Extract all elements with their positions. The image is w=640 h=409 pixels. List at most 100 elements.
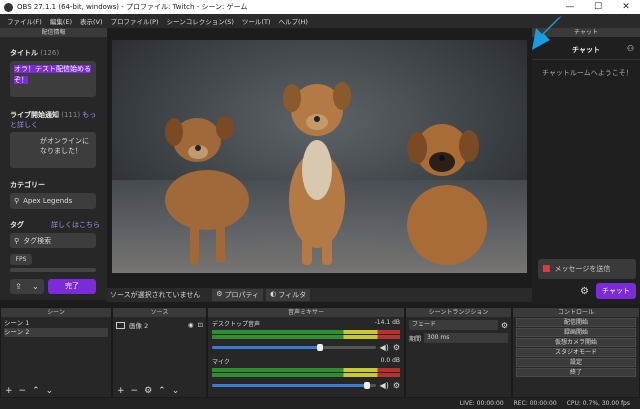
stream-info-dock: 配信情報 タイトル (126) オラ！テスト配信始めるぞ！ ライブ開始通知 (1… [0, 28, 107, 300]
live-status: LIVE: 00:00:00 [459, 400, 504, 407]
camera-icon: ■ [542, 264, 551, 274]
chevron-down-icon: ⌄ [32, 282, 39, 291]
category-value: Apex Legends [23, 197, 73, 205]
chat-send-button[interactable]: チャット [596, 283, 636, 299]
tag-list-scroll[interactable] [10, 268, 96, 272]
tag-chip[interactable]: FPS [10, 254, 32, 265]
gear-icon[interactable]: ⚙ [501, 321, 508, 330]
mixer-channel-db: -14.1 dB [374, 319, 400, 326]
notify-input[interactable]: がオンラインになりました！ [10, 132, 96, 168]
tag-search-placeholder: タグ検索 [23, 236, 52, 245]
controls-title: コントロール [513, 308, 639, 317]
mixer-channel-db: 0.0 dB [380, 357, 400, 364]
source-item[interactable]: 画像 2 [129, 320, 148, 330]
settings-button[interactable]: 設定 [516, 358, 636, 367]
cpu-status: CPU: 0.7%, 30.00 fps [566, 400, 630, 407]
studio-mode-button[interactable]: スタジオモード [516, 348, 636, 357]
volume-meter [212, 368, 400, 372]
exit-button[interactable]: 終了 [516, 368, 636, 377]
tag-search-field[interactable]: ⚲ タグ検索 [10, 233, 96, 248]
category-field[interactable]: ⚲ Apex Legends [10, 193, 96, 209]
move-up-icon[interactable]: ⌃ [158, 386, 166, 396]
audio-mixer-panel: 音声ミキサー デスクトップ音声 -14.1 dB ◀) ⚙ マイク 0.0 dB [207, 307, 405, 398]
volume-fill [212, 346, 320, 349]
chat-welcome: チャットルームへようこそ！ [542, 69, 633, 77]
settings-gear-icon[interactable]: ⚙ [580, 286, 589, 297]
chat-header: チャット [572, 45, 600, 54]
menu-scene-collection[interactable]: シーンコレクション(S) [163, 16, 238, 26]
start-virtual-camera-button[interactable]: 仮想カメラ開始 [516, 338, 636, 347]
duration-label: 期間 [409, 335, 422, 343]
properties-button[interactable]: ⚙ プロパティ [212, 289, 264, 301]
maximize-button[interactable]: ☐ [584, 2, 612, 12]
remove-icon[interactable]: − [19, 386, 27, 396]
preview-image [112, 40, 527, 273]
properties-label: プロパティ [224, 291, 260, 299]
upload-icon: ⇪ [15, 282, 22, 291]
remove-icon[interactable]: − [131, 386, 139, 396]
users-icon[interactable]: ⚇ [627, 44, 634, 53]
add-icon[interactable]: + [117, 386, 125, 396]
obs-logo-icon [4, 2, 13, 12]
move-up-icon[interactable]: ⌃ [32, 386, 40, 396]
mixer-channel-name: マイク [212, 359, 230, 366]
controls-panel: コントロール 配信開始 録画開始 仮想カメラ開始 スタジオモード 設定 終了 [512, 307, 640, 398]
title-heading: タイトル (126) [10, 48, 59, 58]
volume-knob[interactable] [364, 382, 371, 389]
image-icon [116, 321, 125, 329]
move-down-icon[interactable]: ⌄ [46, 386, 54, 396]
duration-input[interactable]: 300 ms [424, 333, 508, 343]
transitions-title: シーントランジション [406, 308, 511, 317]
window-title: OBS 27.1.1 (64-bit, windows) - プロファイル: T… [17, 3, 248, 11]
scene-item[interactable]: シーン 1 [4, 319, 108, 328]
preview-canvas[interactable] [112, 40, 527, 273]
source-toolbar: ソースが選択されていません ⚙ プロパティ ◐ フィルタ [107, 288, 532, 302]
move-down-icon[interactable]: ⌄ [172, 386, 180, 396]
volume-meter [212, 373, 400, 377]
menu-profile[interactable]: プロファイル(P) [107, 16, 163, 26]
gear-icon[interactable]: ⚙ [393, 343, 400, 352]
volume-slider[interactable] [212, 344, 376, 351]
no-source-label: ソースが選択されていません [110, 291, 201, 299]
tags-learn-more-link[interactable]: 詳しくはこちら [51, 220, 100, 230]
add-icon[interactable]: + [5, 386, 13, 396]
title-count: (126) [40, 49, 60, 57]
chat-dock: チャット チャット ⚇ チャットルームへようこそ！ ■ メッセージを送信 ⚙ チ… [532, 28, 640, 304]
start-recording-button[interactable]: 録画開始 [516, 328, 636, 337]
filter-icon: ◐ [270, 290, 277, 298]
message-input[interactable]: メッセージを送信 [555, 264, 611, 274]
filters-label: フィルタ [278, 291, 307, 299]
gear-icon[interactable]: ⚙ [393, 381, 400, 390]
volume-fill [212, 384, 368, 387]
minimize-button[interactable]: — [556, 2, 584, 12]
filters-button[interactable]: ◐ フィルタ [266, 289, 311, 301]
volume-slider[interactable] [212, 382, 376, 389]
menu-file[interactable]: ファイル(F) [3, 16, 46, 26]
notify-count: (111) [61, 111, 81, 119]
transitions-panel: シーントランジション フェード ⚙ 期間 300 ms [405, 307, 512, 398]
scene-item[interactable]: シーン 2 [4, 328, 108, 337]
speaker-icon[interactable]: ◀) [380, 343, 389, 352]
volume-knob[interactable] [316, 344, 323, 351]
dock-title: 配信情報 [0, 28, 107, 37]
done-button[interactable]: 完了 [48, 279, 96, 294]
tags-label: タグ [10, 221, 24, 229]
menu-help[interactable]: ヘルプ(H) [274, 16, 311, 26]
speaker-icon[interactable]: ◀) [380, 381, 389, 390]
volume-meter [212, 335, 400, 339]
close-button[interactable]: ✕ [612, 2, 640, 12]
lock-icon[interactable]: ⊡ [198, 321, 203, 329]
scenes-title: シーン [1, 308, 111, 317]
transition-type-select[interactable]: フェード [409, 320, 498, 330]
gear-icon[interactable]: ⚙ [144, 386, 152, 396]
menu-edit[interactable]: 編集(E) [46, 16, 76, 26]
start-streaming-button[interactable]: 配信開始 [516, 318, 636, 327]
title-label: タイトル [10, 49, 38, 57]
share-dropdown[interactable]: ⇪ ⌄ [10, 279, 44, 294]
title-bar: OBS 27.1.1 (64-bit, windows) - プロファイル: T… [0, 0, 640, 14]
menu-view[interactable]: 表示(V) [76, 16, 107, 26]
eye-icon[interactable]: ◉ [188, 321, 194, 329]
status-bar: LIVE: 00:00:00 REC: 00:00:00 CPU: 0.7%, … [0, 398, 640, 409]
menu-tools[interactable]: ツール(T) [238, 16, 275, 26]
title-input[interactable]: オラ！テスト配信始めるぞ！ [14, 65, 91, 84]
